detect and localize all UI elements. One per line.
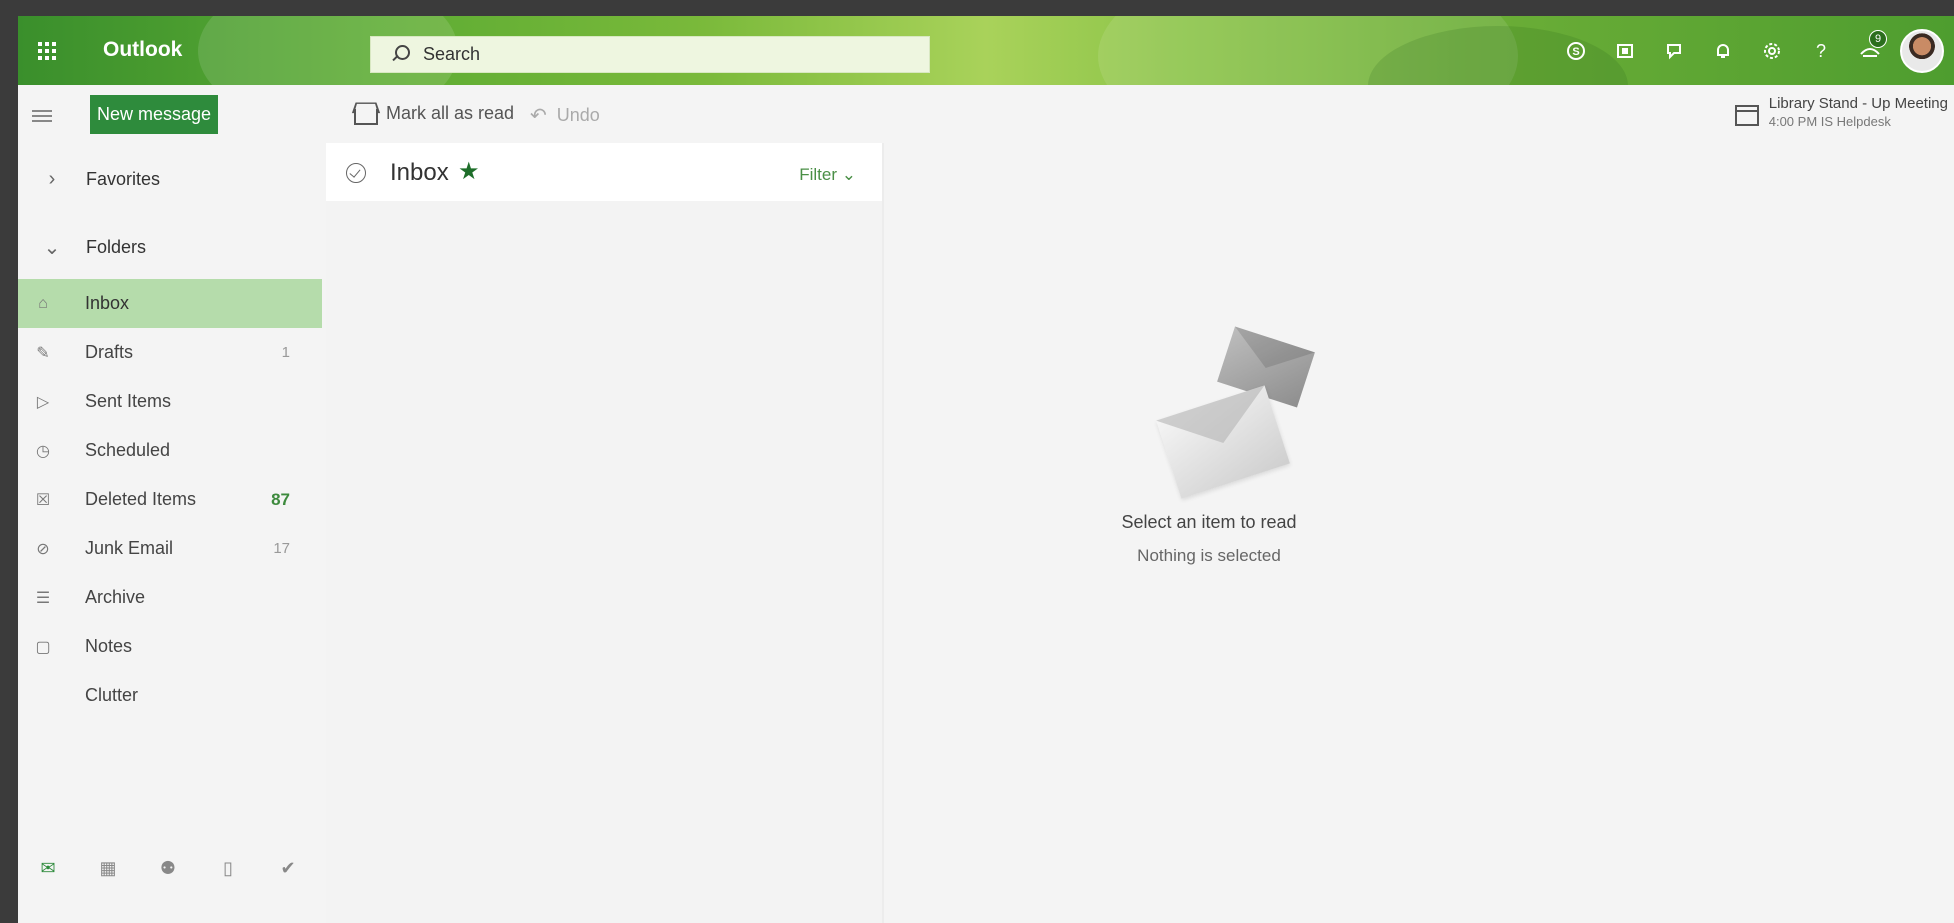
sidebar-item-label: Junk Email xyxy=(85,538,174,558)
reading-pane: Select an item to read Nothing is select… xyxy=(884,143,1954,923)
sidebar-item-clutter[interactable]: Clutter xyxy=(18,671,322,720)
reminder-subtitle: 4:00 PM IS Helpdesk xyxy=(1768,114,1891,129)
people-icon[interactable]: ⚉ xyxy=(138,858,198,879)
folder-pane: › Favorites ⌄ Folders ⌂ Inbox ✎ Drafts 1… xyxy=(18,143,322,923)
new-message-button[interactable]: New message xyxy=(90,95,218,134)
mark-all-read-button[interactable]: Mark all as read xyxy=(354,103,515,125)
sidebar-item-label: Inbox xyxy=(85,293,130,313)
meeting-reminder[interactable]: Library Stand - Up Meeting 4:00 PM IS He… xyxy=(1734,95,1948,129)
pencil-icon: ✎ xyxy=(36,344,50,362)
clock-icon: ◷ xyxy=(36,442,50,460)
message-list-header: Inbox ★ Filter ⌄ xyxy=(326,143,882,201)
svg-text:S: S xyxy=(1572,46,1579,58)
files-icon[interactable]: ▯ xyxy=(198,858,258,879)
note-icon: ▢ xyxy=(35,638,51,656)
envelope-front-icon xyxy=(1156,385,1290,499)
top-icon-bar: S ? 9 xyxy=(1551,16,1954,85)
sidebar-item-sent-items[interactable]: ▷ Sent Items xyxy=(18,377,322,426)
sidebar-item-label: Archive xyxy=(85,587,146,607)
app-brand[interactable]: Outlook xyxy=(103,38,182,62)
folders-section[interactable]: ⌄ Folders xyxy=(18,227,322,267)
undo-label: Undo xyxy=(556,105,600,125)
collapse-nav-icon[interactable] xyxy=(32,110,52,125)
tasks-icon[interactable]: ✔ xyxy=(258,858,318,879)
sidebar-item-count: 17 xyxy=(273,540,290,557)
empty-state-title: Select an item to read xyxy=(1121,512,1297,532)
message-list: Inbox ★ Filter ⌄ xyxy=(326,143,882,923)
command-bar: New message Mark all as read ↶ Undo Libr… xyxy=(18,85,1954,143)
search-box[interactable] xyxy=(370,36,930,73)
sidebar-item-deleted-items[interactable]: ☒ Deleted Items 87 xyxy=(18,475,322,524)
undo-icon: ↶ xyxy=(530,105,547,127)
chevron-down-icon: ⌄ xyxy=(841,165,856,184)
filter-dropdown[interactable]: Filter ⌄ xyxy=(799,165,856,185)
notification-bell-icon[interactable] xyxy=(1698,16,1747,85)
folder-title: Inbox xyxy=(390,159,449,186)
calendar-icon[interactable]: ▦ xyxy=(78,858,138,879)
trash-icon: ☒ xyxy=(35,491,51,509)
favorites-label: Favorites xyxy=(86,168,161,189)
mark-all-read-label: Mark all as read xyxy=(386,103,515,123)
feedback-icon[interactable] xyxy=(1649,16,1698,85)
inbox-icon: ⌂ xyxy=(38,294,48,312)
top-bar: Outlook S ? xyxy=(18,16,1954,85)
reminder-title: Library Stand - Up Meeting xyxy=(1768,95,1948,112)
help-icon[interactable]: ? xyxy=(1796,16,1845,85)
sidebar-item-count: 87 xyxy=(271,489,290,509)
assistant-icon[interactable]: 9 xyxy=(1845,16,1894,85)
office-icon[interactable] xyxy=(1600,16,1649,85)
sidebar-item-scheduled[interactable]: ◷ Scheduled xyxy=(18,426,322,475)
avatar[interactable] xyxy=(1900,28,1944,73)
sidebar-item-label: Sent Items xyxy=(85,391,172,411)
search-input[interactable] xyxy=(421,43,905,66)
notification-badge: 9 xyxy=(1869,30,1887,48)
sidebar-item-notes[interactable]: ▢ Notes xyxy=(18,622,322,671)
folders-label: Folders xyxy=(86,236,147,257)
select-all-checkbox[interactable] xyxy=(346,163,366,183)
app-switcher: ✉ ▦ ⚉ ▯ ✔ xyxy=(18,843,322,893)
sidebar-item-label: Scheduled xyxy=(85,440,171,460)
open-envelope-icon xyxy=(354,108,378,125)
sidebar-item-label: Notes xyxy=(85,636,133,656)
mail-icon[interactable]: ✉ xyxy=(18,858,78,879)
sidebar-item-drafts[interactable]: ✎ Drafts 1 xyxy=(18,328,322,377)
skype-icon[interactable]: S xyxy=(1551,16,1600,85)
app-launcher-icon[interactable] xyxy=(18,16,76,85)
sidebar-item-label: Deleted Items xyxy=(85,489,197,509)
outlook-window: Outlook S ? xyxy=(18,16,1954,923)
chevron-right-icon: › xyxy=(48,167,56,190)
search-icon xyxy=(389,44,411,66)
block-icon: ⊘ xyxy=(36,540,50,558)
svg-text:?: ? xyxy=(1815,42,1825,60)
calendar-icon xyxy=(1734,105,1759,126)
chevron-down-icon: ⌄ xyxy=(43,236,61,259)
undo-button[interactable]: ↶ Undo xyxy=(530,103,600,128)
sidebar-item-label: Clutter xyxy=(85,685,139,705)
sidebar-item-archive[interactable]: ☰ Archive xyxy=(18,573,322,622)
empty-state-subtitle: Nothing is selected xyxy=(1137,546,1281,565)
settings-gear-icon[interactable] xyxy=(1747,16,1796,85)
sidebar-item-label: Drafts xyxy=(85,342,134,362)
archive-icon: ☰ xyxy=(35,589,51,607)
favorite-star-icon[interactable]: ★ xyxy=(458,157,480,186)
sidebar-item-junk-email[interactable]: ⊘ Junk Email 17 xyxy=(18,524,322,573)
send-icon: ▷ xyxy=(36,393,50,411)
favorites-section[interactable]: › Favorites xyxy=(18,159,322,199)
sidebar-item-inbox[interactable]: ⌂ Inbox xyxy=(18,279,322,328)
filter-label: Filter xyxy=(799,165,838,184)
sidebar-item-count: 1 xyxy=(281,344,290,361)
